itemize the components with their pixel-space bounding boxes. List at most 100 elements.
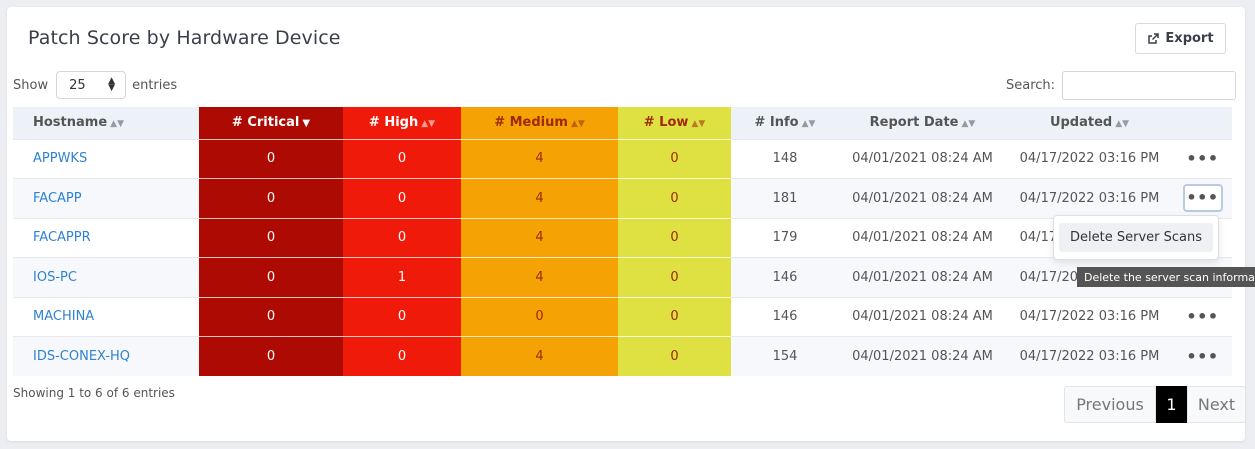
medium-cell: 4 [461, 138, 618, 179]
sort-icon: ▲▼ [570, 119, 585, 130]
sort-icon: ▲▼ [1115, 119, 1130, 130]
export-label: Export [1165, 31, 1214, 46]
actions-cell: ••• [1173, 336, 1232, 376]
column-header-critical[interactable]: # Critical ▼ [199, 107, 343, 139]
column-header-actions [1173, 107, 1232, 139]
critical-cell: 0 [199, 138, 343, 179]
critical-cell: 0 [199, 257, 343, 297]
info-cell: 181 [731, 178, 839, 218]
report-date-cell: 04/01/2021 08:24 AM [839, 336, 1006, 376]
sort-icon: ▲▼ [691, 119, 706, 130]
medium-cell: 0 [461, 296, 618, 337]
low-cell: 0 [618, 257, 731, 297]
more-horizontal-icon[interactable]: ••• [1186, 149, 1218, 168]
updated-cell: 04/17/2022 03:16 PM [1006, 296, 1173, 337]
search-input[interactable] [1062, 71, 1237, 100]
critical-cell: 0 [199, 336, 343, 376]
previous-page-button[interactable]: Previous [1064, 386, 1156, 423]
column-header-medium[interactable]: # Medium ▲▼ [461, 107, 618, 139]
report-date-cell: 04/01/2021 08:24 AM [839, 296, 1006, 337]
delete-server-scans-menu-item[interactable]: Delete Server Scans [1059, 223, 1213, 252]
high-cell: 0 [343, 336, 461, 376]
updated-cell: 04/17/2022 03:16 PM [1006, 336, 1173, 376]
column-header-high[interactable]: # High ▲▼ [343, 107, 461, 139]
next-page-button[interactable]: Next [1187, 386, 1246, 423]
actions-cell: ••• [1173, 178, 1232, 218]
tooltip: Delete the server scan information [1077, 267, 1255, 287]
medium-cell: 4 [461, 217, 618, 258]
critical-cell: 0 [199, 178, 343, 218]
select-arrows-icon: ▲ ▼ [108, 76, 116, 93]
entries-per-page-value: 25 [69, 77, 86, 93]
critical-cell: 0 [199, 217, 343, 258]
table-header-row: Hostname ▲▼ # Critical ▼ # High ▲▼ # Medium… [13, 107, 1232, 139]
critical-cell: 0 [199, 296, 343, 337]
report-date-cell: 04/01/2021 08:24 AM [839, 217, 1006, 258]
sort-icon: ▲▼ [421, 119, 436, 130]
high-cell: 0 [343, 296, 461, 337]
high-cell: 0 [343, 138, 461, 179]
table-row: IOS-PC 0 1 4 0 146 04/01/2021 08:24 AM 0… [13, 257, 1232, 297]
medium-cell: 4 [461, 257, 618, 297]
search-control: Search: [1006, 71, 1237, 100]
updated-cell: 04/17/2022 03:16 PM [1006, 138, 1173, 179]
column-header-info[interactable]: # Info ▲▼ [731, 107, 839, 139]
hostname-link[interactable]: IOS-PC [13, 257, 199, 297]
hostname-link[interactable]: IDS-CONEX-HQ [13, 336, 199, 376]
more-horizontal-icon[interactable]: ••• [1186, 347, 1218, 366]
column-header-report-date[interactable]: Report Date ▲▼ [839, 107, 1006, 139]
external-link-icon [1148, 32, 1160, 44]
high-cell: 1 [343, 257, 461, 297]
actions-cell: ••• [1173, 296, 1232, 337]
search-label: Search: [1006, 78, 1056, 93]
info-cell: 146 [731, 296, 839, 337]
medium-cell: 4 [461, 336, 618, 376]
export-button[interactable]: Export [1135, 23, 1226, 54]
low-cell: 0 [618, 178, 731, 218]
info-cell: 179 [731, 217, 839, 258]
low-cell: 0 [618, 138, 731, 179]
table-row: FACAPPR 0 0 4 0 179 04/01/2021 08:24 AM … [13, 217, 1232, 258]
report-date-cell: 04/01/2021 08:24 AM [839, 178, 1006, 218]
low-cell: 0 [618, 217, 731, 258]
low-cell: 0 [618, 336, 731, 376]
report-date-cell: 04/01/2021 08:24 AM [839, 257, 1006, 297]
entries-per-page-select[interactable]: 25 ▲ ▼ [56, 71, 127, 99]
medium-cell: 4 [461, 178, 618, 218]
high-cell: 0 [343, 217, 461, 258]
hostname-link[interactable]: FACAPPR [13, 217, 199, 258]
more-horizontal-icon[interactable]: ••• [1182, 184, 1223, 213]
sort-desc-icon: ▼ [302, 118, 311, 130]
info-cell: 148 [731, 138, 839, 179]
entries-label: entries [132, 77, 178, 93]
page-title: Patch Score by Hardware Device [28, 27, 341, 49]
report-date-cell: 04/01/2021 08:24 AM [839, 138, 1006, 179]
sort-icon: ▲▼ [801, 119, 816, 130]
info-cell: 154 [731, 336, 839, 376]
low-cell: 0 [618, 296, 731, 337]
hostname-link[interactable]: FACAPP [13, 178, 199, 218]
sort-icon: ▲▼ [110, 119, 124, 130]
actions-cell: ••• [1173, 138, 1232, 179]
more-horizontal-icon[interactable]: ••• [1186, 307, 1218, 326]
table-row: APPWKS 0 0 4 0 148 04/01/2021 08:24 AM 0… [13, 138, 1232, 179]
high-cell: 0 [343, 178, 461, 218]
hostname-link[interactable]: APPWKS [13, 138, 199, 179]
table-row: FACAPP 0 0 4 0 181 04/01/2021 08:24 AM 0… [13, 178, 1232, 218]
column-header-low[interactable]: # Low ▲▼ [618, 107, 731, 139]
column-header-updated[interactable]: Updated ▲▼ [1006, 107, 1173, 139]
hostname-link[interactable]: MACHINA [13, 296, 199, 337]
patch-score-table: Hostname ▲▼ # Critical ▼ # High ▲▼ # Medium… [13, 107, 1232, 376]
column-header-hostname[interactable]: Hostname ▲▼ [13, 107, 199, 139]
updated-cell: 04/17/2022 03:16 PM [1006, 178, 1173, 218]
page-1-button[interactable]: 1 [1156, 386, 1187, 423]
table-row: MACHINA 0 0 0 0 146 04/01/2021 08:24 AM … [13, 296, 1232, 337]
actions-dropdown-menu: Delete Server Scans [1053, 215, 1219, 260]
show-label: Show [13, 77, 49, 93]
table-row: IDS-CONEX-HQ 0 0 4 0 154 04/01/2021 08:2… [13, 336, 1232, 376]
table-info: Showing 1 to 6 of 6 entries [13, 386, 175, 400]
pagination: Previous 1 Next [1064, 386, 1246, 423]
info-cell: 146 [731, 257, 839, 297]
sort-icon: ▲▼ [961, 119, 976, 130]
length-control: Show 25 ▲ ▼ entries [13, 71, 177, 99]
